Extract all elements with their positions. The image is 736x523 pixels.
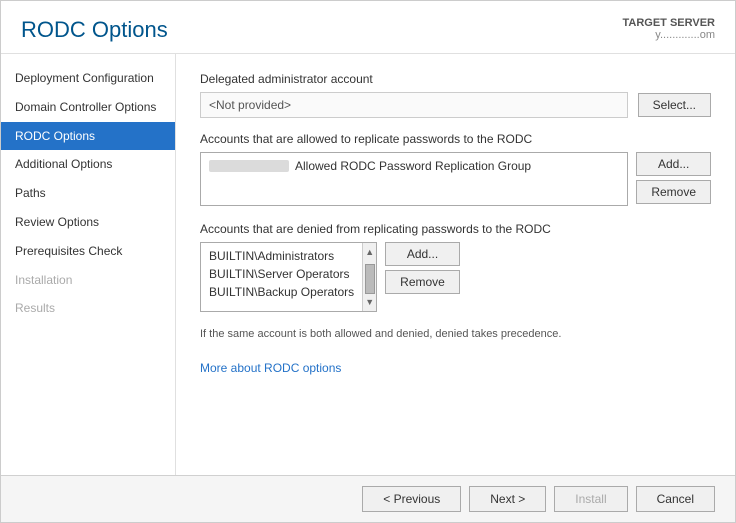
list-item[interactable]: BUILTIN\Administrators <box>205 247 358 265</box>
denied-list-buttons: Add... Remove <box>385 242 460 294</box>
sidebar-item-rodc-options[interactable]: RODC Options <box>1 122 175 151</box>
cancel-button[interactable]: Cancel <box>636 486 715 512</box>
denied-list-box: BUILTIN\Administrators BUILTIN\Server Op… <box>200 242 377 312</box>
denied-list-items: BUILTIN\Administrators BUILTIN\Server Op… <box>201 243 362 311</box>
content-area: Delegated administrator account <Not pro… <box>176 54 735 475</box>
more-link-container: More about RODC options <box>200 360 711 375</box>
denied-remove-button[interactable]: Remove <box>385 270 460 294</box>
target-server-label: TARGET SERVER <box>623 17 716 29</box>
allowed-add-button[interactable]: Add... <box>636 152 711 176</box>
allowed-label: Accounts that are allowed to replicate p… <box>200 132 711 146</box>
allowed-list-with-buttons: Allowed RODC Password Replication Group … <box>200 152 711 206</box>
sidebar: Deployment Configuration Domain Controll… <box>1 54 176 475</box>
sidebar-item-installation: Installation <box>1 266 175 295</box>
sidebar-item-prerequisites-check[interactable]: Prerequisites Check <box>1 237 175 266</box>
scroll-up-arrow[interactable]: ▲ <box>365 245 374 259</box>
main-area: Deployment Configuration Domain Controll… <box>1 54 735 475</box>
footer: < Previous Next > Install Cancel <box>1 475 735 522</box>
more-link[interactable]: More about RODC options <box>200 361 341 375</box>
scrollbar[interactable]: ▲ ▼ <box>362 243 376 311</box>
dialog-title: RODC Options <box>21 17 168 43</box>
delegated-admin-label: Delegated administrator account <box>200 72 711 86</box>
next-button[interactable]: Next > <box>469 486 546 512</box>
sidebar-item-paths[interactable]: Paths <box>1 179 175 208</box>
denied-label: Accounts that are denied from replicatin… <box>200 222 711 236</box>
denied-list-with-buttons: BUILTIN\Administrators BUILTIN\Server Op… <box>200 242 711 312</box>
sidebar-item-domain-controller-options[interactable]: Domain Controller Options <box>1 93 175 122</box>
allowed-list-box: Allowed RODC Password Replication Group <box>200 152 628 206</box>
denied-section: Accounts that are denied from replicatin… <box>200 222 711 312</box>
dialog: RODC Options TARGET SERVER y............… <box>0 0 736 523</box>
sidebar-item-additional-options[interactable]: Additional Options <box>1 150 175 179</box>
allowed-list-buttons: Add... Remove <box>636 152 711 204</box>
select-button[interactable]: Select... <box>638 93 711 117</box>
scroll-down-arrow[interactable]: ▼ <box>365 295 374 309</box>
note-text: If the same account is both allowed and … <box>200 328 711 340</box>
list-item[interactable]: BUILTIN\Backup Operators <box>205 283 358 301</box>
list-item[interactable]: Allowed RODC Password Replication Group <box>205 157 623 175</box>
sidebar-item-review-options[interactable]: Review Options <box>1 208 175 237</box>
delegated-admin-row: <Not provided> Select... <box>200 92 711 118</box>
denied-add-button[interactable]: Add... <box>385 242 460 266</box>
allowed-section: Accounts that are allowed to replicate p… <box>200 132 711 206</box>
sidebar-item-results: Results <box>1 294 175 323</box>
scrollbar-thumb[interactable] <box>365 264 375 294</box>
install-button[interactable]: Install <box>554 486 627 512</box>
sidebar-item-deployment-configuration[interactable]: Deployment Configuration <box>1 64 175 93</box>
delegated-admin-value: <Not provided> <box>200 92 628 118</box>
target-server-name: y.............om <box>655 29 715 41</box>
previous-button[interactable]: < Previous <box>362 486 461 512</box>
list-item[interactable]: BUILTIN\Server Operators <box>205 265 358 283</box>
top-bar: RODC Options TARGET SERVER y............… <box>1 1 735 54</box>
target-server-info: TARGET SERVER y.............om <box>623 17 716 41</box>
allowed-remove-button[interactable]: Remove <box>636 180 711 204</box>
